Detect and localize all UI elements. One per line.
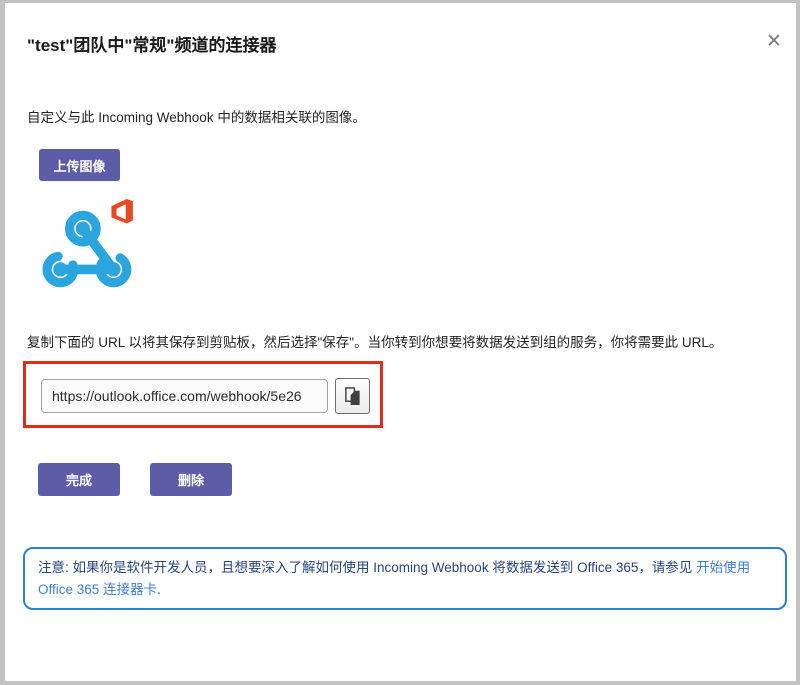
note-box: 注意: 如果你是软件开发人员，且想要深入了解如何使用 Incoming Webh… [23, 547, 787, 610]
dialog-title: "test"团队中"常规"频道的连接器 [27, 31, 276, 56]
close-icon[interactable]: ✕ [762, 29, 786, 53]
done-button[interactable]: 完成 [38, 463, 120, 496]
office-logo-icon [111, 199, 132, 223]
webhook-url-input[interactable] [41, 379, 328, 413]
delete-button[interactable]: 删除 [150, 463, 232, 496]
copy-icon [343, 386, 362, 407]
url-highlight-box [23, 361, 383, 428]
copy-button[interactable] [335, 378, 370, 414]
url-description: 复制下面的 URL 以将其保存到剪贴板，然后选择"保存"。当你转到你想要将数据发… [27, 333, 777, 353]
image-description: 自定义与此 Incoming Webhook 中的数据相关联的图像。 [27, 108, 366, 128]
connector-dialog: "test"团队中"常规"频道的连接器 ✕ 自定义与此 Incoming Web… [0, 0, 800, 685]
incoming-webhook-icon [38, 197, 140, 299]
note-text-suffix: . [157, 582, 161, 597]
note-text-prefix: 注意: 如果你是软件开发人员，且想要深入了解如何使用 Incoming Webh… [38, 560, 696, 575]
upload-image-button[interactable]: 上传图像 [39, 149, 120, 181]
